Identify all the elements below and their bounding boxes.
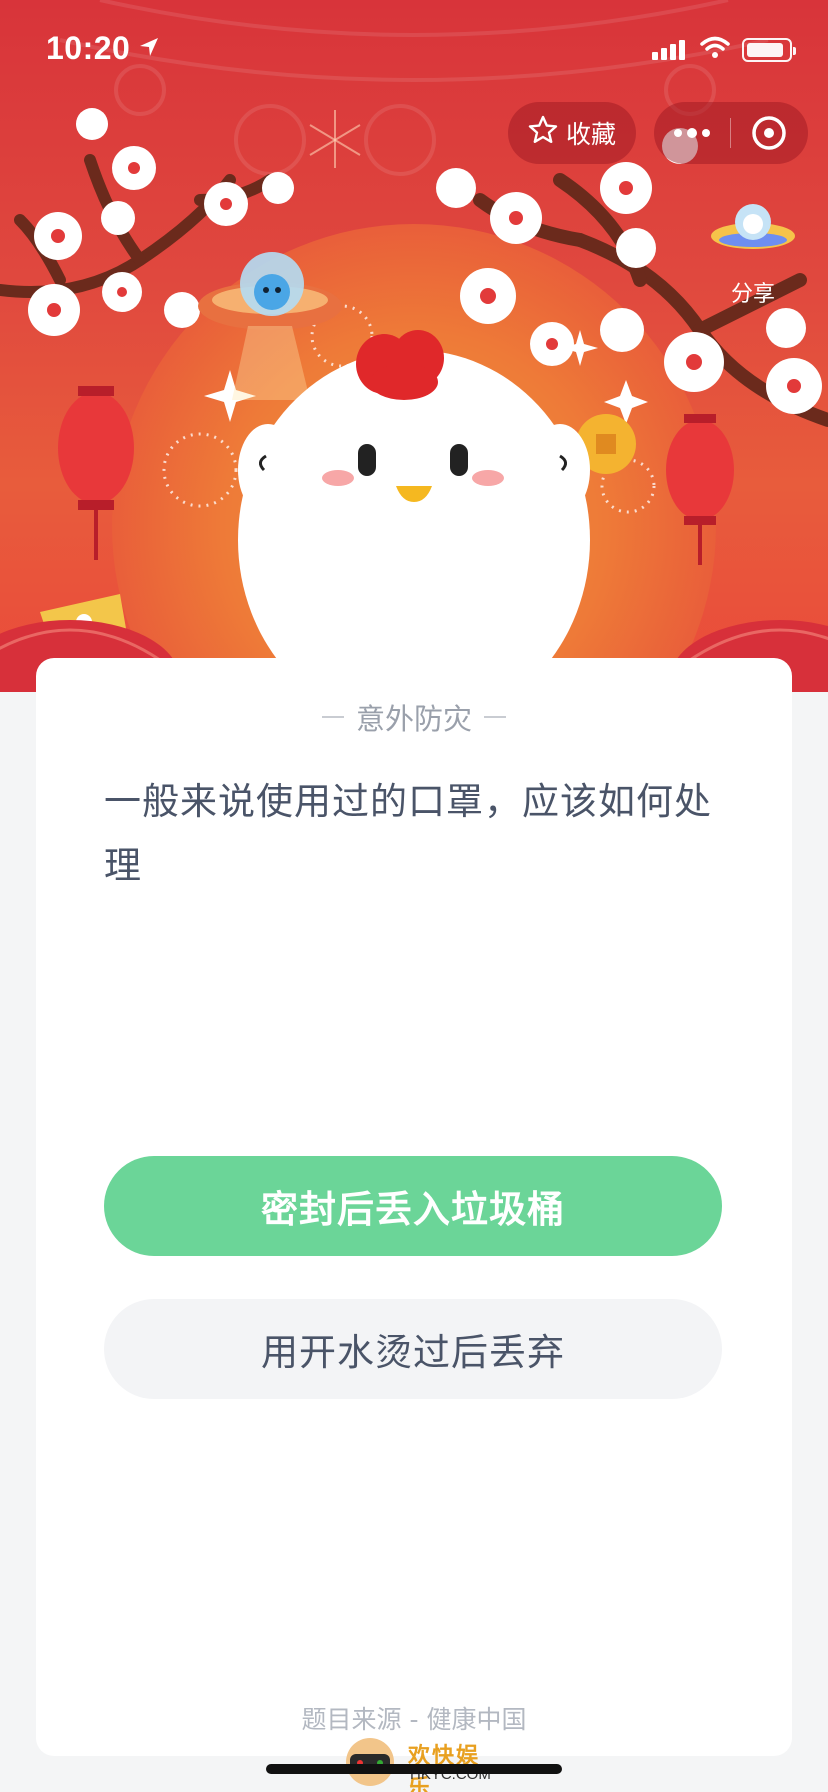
cellular-signal-icon: [652, 38, 688, 65]
status-bar: 10:20: [0, 0, 828, 100]
status-time: 10:20: [46, 30, 131, 66]
more-dots-icon: [674, 128, 710, 138]
star-icon: [528, 115, 558, 151]
category-dash-left: [321, 716, 344, 718]
category-dash-right: [484, 716, 506, 718]
share-label: 分享: [730, 282, 775, 307]
answer-option-b[interactable]: 用开水烫过后丢弃: [104, 1299, 722, 1399]
answer-option-b-label: 用开水烫过后丢弃: [261, 1331, 565, 1374]
quiz-category: 意外防灾: [36, 696, 792, 738]
header-banner: 10:20 收藏 分享: [0, 0, 828, 692]
wifi-icon: [700, 36, 730, 65]
watermark-logo-icon: [346, 1738, 394, 1786]
watermark: 欢快娱乐 HKYC.COM: [332, 1732, 502, 1792]
category-label: 意外防灾: [355, 702, 472, 736]
close-target-icon: [752, 116, 786, 150]
more-menu-button[interactable]: [654, 102, 730, 164]
question-source: 题目来源 - 健康中国: [301, 1705, 527, 1734]
question-text: 一般来说使用过的口罩，应该如何处理: [104, 780, 712, 887]
quiz-card: 意外防灾 一般来说使用过的口罩，应该如何处理 密封后丢入垃圾桶 用开水烫过后丢弃…: [36, 658, 792, 1756]
answer-option-a[interactable]: 密封后丢入垃圾桶: [104, 1156, 722, 1256]
answer-option-a-label: 密封后丢入垃圾桶: [261, 1188, 565, 1231]
miniprogram-capsule: [654, 102, 808, 164]
location-arrow-icon: [138, 36, 160, 63]
favorite-button[interactable]: 收藏: [508, 102, 636, 164]
home-indicator[interactable]: [266, 1764, 562, 1774]
share-ufo-icon: [711, 204, 795, 249]
share-button[interactable]: 分享: [708, 196, 798, 308]
favorite-label: 收藏: [565, 120, 616, 149]
battery-icon: [742, 38, 796, 62]
close-miniprogram-button[interactable]: [731, 102, 807, 164]
